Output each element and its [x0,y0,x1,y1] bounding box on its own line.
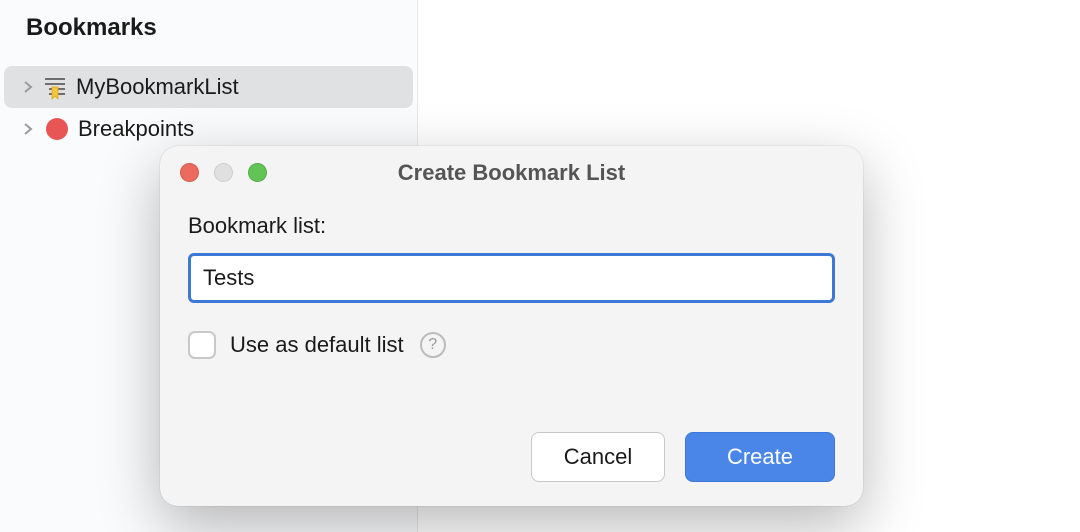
breakpoint-icon [46,118,68,140]
dialog-titlebar: Create Bookmark List [160,146,863,199]
close-window-icon[interactable] [180,163,199,182]
bookmark-list-icon [42,74,68,100]
create-button[interactable]: Create [685,432,835,482]
tree-item-label: Breakpoints [78,116,194,142]
chevron-right-icon[interactable] [22,81,34,93]
chevron-right-icon[interactable] [22,123,34,135]
minimize-window-icon [214,163,233,182]
sidebar-title: Bookmarks [0,14,417,66]
help-icon[interactable]: ? [420,332,446,358]
dialog-footer: Cancel Create [160,432,863,506]
tree-item-mybookmarklist[interactable]: MyBookmarkList [4,66,413,108]
bookmark-list-field-label: Bookmark list: [188,213,835,239]
bookmark-list-name-input[interactable] [188,253,835,303]
use-as-default-checkbox[interactable] [188,331,216,359]
cancel-button[interactable]: Cancel [531,432,665,482]
tree-item-label: MyBookmarkList [76,74,239,100]
default-list-checkbox-row: Use as default list ? [188,331,835,359]
bookmark-tree: MyBookmarkList Breakpoints [0,66,417,150]
zoom-window-icon[interactable] [248,163,267,182]
tree-item-breakpoints[interactable]: Breakpoints [4,108,413,150]
dialog-body: Bookmark list: Use as default list ? [160,199,863,432]
create-bookmark-list-dialog: Create Bookmark List Bookmark list: Use … [160,146,863,506]
window-controls [160,163,267,182]
use-as-default-label: Use as default list [230,332,404,358]
